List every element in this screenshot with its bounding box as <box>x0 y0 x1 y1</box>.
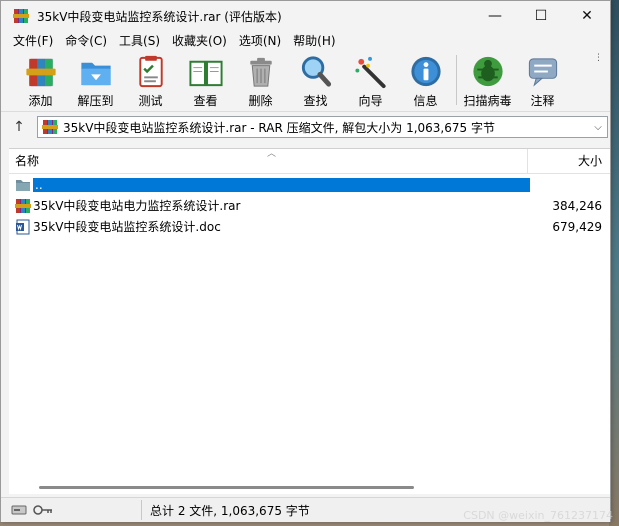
sort-ascending-icon: ︿ <box>267 149 277 159</box>
scan-virus-button[interactable]: 扫描病毒 <box>460 51 515 109</box>
horizontal-scrollbar[interactable] <box>9 481 604 493</box>
extract-folder-icon <box>80 62 111 86</box>
status-icons <box>1 504 131 516</box>
delete-label: 删除 <box>248 94 273 108</box>
watermark: CSDN @weixin_761237174 <box>463 509 613 522</box>
menu-options[interactable]: 选项(N) <box>233 31 287 51</box>
menu-help[interactable]: 帮助(H) <box>287 31 341 51</box>
info-label: 信息 <box>413 94 438 108</box>
comment-bubble-icon <box>528 58 557 87</box>
trash-icon <box>249 57 272 87</box>
info-button[interactable]: 信息 <box>398 51 453 109</box>
key-icon[interactable] <box>33 504 53 516</box>
wizard-label: 向导 <box>358 94 383 108</box>
window-title: 35kV中段变电站监控系统设计.rar (评估版本) <box>37 9 282 24</box>
comment-button[interactable]: 注释 <box>515 51 570 109</box>
rar-icon <box>15 198 31 213</box>
file-name: 35kV中段变电站电力监控系统设计.rar <box>33 199 241 213</box>
view-book-icon <box>188 60 223 87</box>
menu-tools[interactable]: 工具(S) <box>113 31 166 51</box>
chevron-down-icon[interactable]: ⌵ <box>589 122 607 133</box>
magnifier-icon <box>301 56 331 87</box>
magic-wand-icon <box>354 56 386 89</box>
test-label: 测试 <box>138 94 163 108</box>
winrar-window: 35kV中段变电站监控系统设计.rar (评估版本) — ☐ ✕ 文件(F) 命… <box>0 0 611 522</box>
file-name: 35kV中段变电站监控系统设计.doc <box>33 220 221 234</box>
close-button[interactable]: ✕ <box>564 1 610 31</box>
menu-favorites[interactable]: 收藏夹(O) <box>166 31 233 51</box>
winrar-app-icon <box>13 9 29 23</box>
info-icon <box>410 56 441 87</box>
path-dropdown[interactable]: 35kV中段变电站监控系统设计.rar - RAR 压缩文件, 解包大小为 1,… <box>37 116 608 138</box>
list-item[interactable]: 35kV中段变电站电力监控系统设计.rar 384,246 <box>9 195 610 216</box>
extract-to-button[interactable]: 解压到 <box>68 51 123 109</box>
rar-archive-icon <box>42 120 58 134</box>
file-size: 679,429 <box>552 219 602 234</box>
menu-bar: 文件(F) 命令(C) 工具(S) 收藏夹(O) 选项(N) 帮助(H) <box>1 31 610 51</box>
scrollbar-thumb[interactable] <box>39 486 414 489</box>
comment-label: 注释 <box>530 94 555 108</box>
drive-icon[interactable] <box>11 504 27 516</box>
add-button[interactable]: 添加 <box>13 51 68 109</box>
list-item-parent[interactable]: .. <box>9 174 610 195</box>
menu-commands[interactable]: 命令(C) <box>59 31 113 51</box>
menu-file[interactable]: 文件(F) <box>7 31 59 51</box>
toolbar-overflow-icon[interactable]: ⋮ <box>594 53 604 63</box>
add-label: 添加 <box>28 94 53 108</box>
extract-to-label: 解压到 <box>77 94 114 108</box>
delete-button[interactable]: 删除 <box>233 51 288 109</box>
archive-path: 35kV中段变电站监控系统设计.rar - RAR 压缩文件, 解包大小为 1,… <box>63 120 495 135</box>
maximize-button[interactable]: ☐ <box>518 1 564 31</box>
add-archive-icon <box>25 58 56 87</box>
toolbar: 添加 解压到 测试 查看 删除 查找 向导 信息 扫描病毒 注释 ⋮ <box>1 51 610 111</box>
scan-virus-label: 扫描病毒 <box>463 94 512 108</box>
list-header: ︿ 名称 大小 <box>9 149 610 174</box>
wizard-button[interactable]: 向导 <box>343 51 398 109</box>
file-name: .. <box>33 177 530 192</box>
virus-scan-icon <box>472 56 503 87</box>
address-bar: ↑ 35kV中段变电站监控系统设计.rar - RAR 压缩文件, 解包大小为 … <box>1 111 610 142</box>
test-button[interactable]: 测试 <box>123 51 178 109</box>
file-list: ︿ 名称 大小 .. 35kV中段变电站电力监控系统设计.rar 384,246 <box>9 148 610 494</box>
find-button[interactable]: 查找 <box>288 51 343 109</box>
toolbar-separator <box>456 55 457 105</box>
list-item[interactable]: 35kV中段变电站监控系统设计.doc 679,429 <box>9 216 610 237</box>
test-checklist-icon <box>138 55 163 88</box>
column-size-header[interactable]: 大小 <box>528 149 610 173</box>
word-doc-icon <box>16 219 30 234</box>
up-arrow-icon[interactable]: ↑ <box>1 119 37 135</box>
title-bar[interactable]: 35kV中段变电站监控系统设计.rar (评估版本) — ☐ ✕ <box>1 1 610 31</box>
view-label: 查看 <box>193 94 218 108</box>
folder-icon <box>16 179 30 191</box>
view-button[interactable]: 查看 <box>178 51 233 109</box>
minimize-button[interactable]: — <box>472 1 518 31</box>
find-label: 查找 <box>303 94 328 108</box>
status-summary: 总计 2 文件, 1,063,675 字节 <box>150 503 310 518</box>
file-size: 384,246 <box>552 198 602 213</box>
